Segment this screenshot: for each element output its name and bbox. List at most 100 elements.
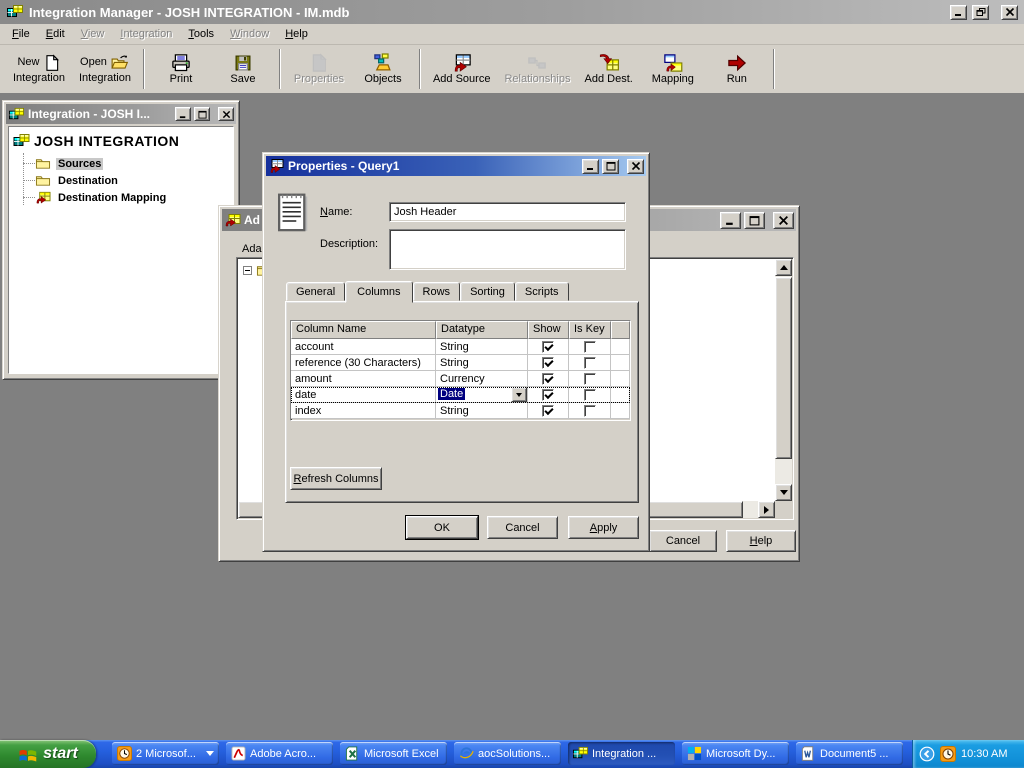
scrollbar-thumb[interactable] — [775, 277, 792, 459]
minimize-button[interactable] — [175, 107, 191, 121]
maximize-button[interactable] — [744, 212, 765, 229]
iskey-checkbox[interactable] — [584, 357, 596, 369]
minimize-button[interactable] — [950, 5, 967, 20]
scroll-up-button[interactable] — [775, 259, 792, 276]
new-integration-button[interactable]: New Integration — [6, 47, 72, 91]
desktop: Integration Manager - JOSH INTEGRATION -… — [0, 0, 1024, 768]
taskbar-button-excel[interactable]: Microsoft Excel — [340, 742, 447, 765]
integration-window-titlebar[interactable]: Integration - JOSH I... — [6, 104, 236, 124]
close-icon — [222, 110, 231, 119]
tree-root-node[interactable]: JOSH INTEGRATION — [13, 133, 231, 149]
scroll-right-button[interactable] — [758, 501, 775, 518]
taskbar-button-adobe[interactable]: Adobe Acro... — [226, 742, 333, 765]
menu-window: Window — [222, 26, 277, 42]
maximize-button[interactable] — [602, 159, 619, 174]
column-header-name: Column Name — [291, 321, 436, 339]
vertical-scrollbar[interactable] — [775, 259, 792, 501]
close-button[interactable] — [627, 159, 644, 174]
iskey-checkbox[interactable] — [584, 373, 596, 385]
help-button[interactable]: Help — [726, 530, 796, 552]
ok-button[interactable]: OK — [406, 516, 478, 539]
add-dest-button[interactable]: Add Dest. — [578, 47, 640, 91]
toolbar-separator — [279, 49, 281, 89]
grid-row-amount[interactable]: amount Currency — [291, 371, 630, 387]
run-button[interactable]: Run — [706, 47, 768, 91]
dropdown-button[interactable] — [511, 387, 527, 402]
grid-row-index[interactable]: index String — [291, 403, 630, 419]
restore-button[interactable] — [972, 5, 989, 20]
tree-item-destination-mapping[interactable]: Destination Mapping — [35, 189, 168, 206]
iskey-checkbox[interactable] — [584, 341, 596, 353]
arrow-up-icon — [780, 261, 788, 270]
show-checkbox[interactable] — [542, 389, 554, 401]
tree-item-destination[interactable]: Destination — [35, 172, 120, 189]
run-arrow-icon — [726, 53, 748, 73]
integration-window: Integration - JOSH I... JOSH INTEGRATION… — [2, 100, 240, 380]
tree-item-sources[interactable]: Sources — [35, 155, 103, 172]
tab-columns[interactable]: Columns — [345, 281, 412, 303]
scroll-down-button[interactable] — [775, 484, 792, 501]
datatype-combobox[interactable]: Date — [436, 387, 528, 403]
menu-edit[interactable]: Edit — [38, 26, 73, 42]
start-button[interactable]: start — [0, 740, 96, 768]
save-button[interactable]: Save — [212, 47, 274, 91]
tab-sorting[interactable]: Sorting — [460, 282, 515, 301]
group-dropdown-icon — [206, 751, 214, 760]
iskey-checkbox[interactable] — [584, 389, 596, 401]
tray-clock-icon[interactable] — [940, 746, 956, 762]
show-checkbox[interactable] — [542, 341, 554, 353]
new-document-icon — [43, 54, 61, 72]
taskbar-button-word[interactable]: Document5 ... — [796, 742, 903, 765]
acrobat-icon — [231, 746, 246, 761]
dynamics-icon — [687, 746, 702, 761]
columns-grid: Column Name Datatype Show Is Key account… — [290, 320, 631, 421]
floppy-disk-icon — [233, 53, 253, 73]
integration-window-title: Integration - JOSH I... — [28, 107, 172, 121]
refresh-columns-button[interactable]: Refresh Columns — [290, 467, 382, 490]
iskey-checkbox[interactable] — [584, 405, 596, 417]
close-button[interactable] — [1001, 5, 1018, 20]
collapse-chevron-icon[interactable] — [919, 746, 935, 762]
taskbar-button-grouped-office[interactable]: 2 Microsof... — [112, 742, 219, 765]
menu-tools[interactable]: Tools — [180, 26, 222, 42]
grid-row-date[interactable]: date Date — [291, 387, 630, 403]
grid-row-account[interactable]: account String — [291, 339, 630, 355]
minimize-button[interactable] — [582, 159, 599, 174]
tab-scripts[interactable]: Scripts — [515, 282, 569, 301]
open-integration-button[interactable]: Open Integration — [72, 47, 138, 91]
tree-connector — [23, 197, 35, 198]
apply-button[interactable]: Apply — [568, 516, 639, 539]
close-icon — [1005, 7, 1015, 17]
grid-row-reference[interactable]: reference (30 Characters) String — [291, 355, 630, 371]
cancel-button[interactable]: Cancel — [487, 516, 558, 539]
show-checkbox[interactable] — [542, 405, 554, 417]
print-button[interactable]: Print — [150, 47, 212, 91]
tab-rows[interactable]: Rows — [413, 282, 461, 301]
show-checkbox[interactable] — [542, 357, 554, 369]
name-input[interactable] — [389, 202, 626, 222]
taskbar-button-dynamics[interactable]: Microsoft Dy... — [682, 742, 789, 765]
taskbar-button-aocsolutions[interactable]: aocSolutions... — [454, 742, 561, 765]
mapping-icon — [224, 212, 241, 228]
mapping-button[interactable]: Mapping — [640, 47, 706, 91]
tree-connector — [23, 163, 35, 164]
add-source-button[interactable]: Add Source — [426, 47, 497, 91]
close-button[interactable] — [218, 107, 234, 121]
show-checkbox[interactable] — [542, 373, 554, 385]
minimize-button[interactable] — [720, 212, 741, 229]
description-input[interactable] — [389, 229, 626, 270]
main-window-titlebar[interactable]: Integration Manager - JOSH INTEGRATION -… — [0, 0, 1024, 24]
tree-expand-icon[interactable] — [243, 266, 252, 275]
objects-button[interactable]: Objects — [352, 47, 414, 91]
close-button[interactable] — [773, 212, 794, 229]
properties-dialog-titlebar[interactable]: Properties - Query1 — [266, 156, 646, 176]
menu-bar: File Edit View Integration Tools Window … — [0, 24, 1024, 45]
maximize-button[interactable] — [194, 107, 210, 121]
cancel-button[interactable]: Cancel — [649, 530, 717, 552]
menu-help[interactable]: Help — [277, 26, 316, 42]
properties-page-icon — [309, 53, 329, 73]
taskbar-button-integration[interactable]: Integration ... — [568, 742, 675, 765]
tab-general[interactable]: General — [286, 282, 345, 301]
menu-file[interactable]: File — [4, 26, 38, 42]
taskbar: start 2 Microsof... Adobe Acro... Micros… — [0, 740, 1024, 768]
